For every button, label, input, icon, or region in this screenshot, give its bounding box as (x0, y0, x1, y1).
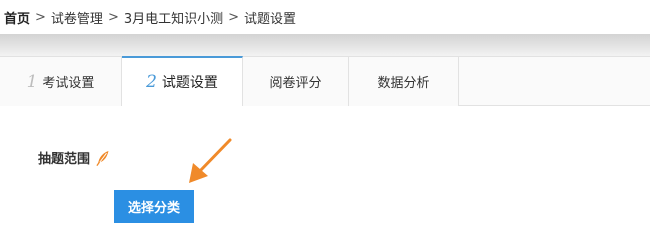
tab-label: 试题设置 (161, 75, 218, 91)
breadcrumb-separator: > (228, 9, 240, 25)
tab-data-analysis[interactable]: 数据分析 (349, 57, 459, 106)
header-shadow (0, 34, 650, 56)
tab-question-settings[interactable]: 2 试题设置 (122, 56, 243, 106)
breadcrumb: 首页 > 试卷管理 > 3月电工知识小测 > 试题设置 (0, 0, 650, 34)
tab-label: 阅卷评分 (269, 76, 322, 91)
step-tabs: 1 考试设置 2 试题设置 阅卷评分 数据分析 (0, 56, 650, 106)
breadcrumb-current: 试题设置 (244, 11, 297, 27)
breadcrumb-home[interactable]: 首页 (4, 8, 30, 27)
tab-exam-settings[interactable]: 1 考试设置 (0, 57, 122, 106)
breadcrumb-exam-name[interactable]: 3月电工知识小测 (124, 8, 223, 27)
select-category-button[interactable]: 选择分类 (114, 190, 194, 223)
page: 首页 > 试卷管理 > 3月电工知识小测 > 试题设置 1 考试设置 2 试题设… (0, 0, 650, 250)
feather-icon[interactable] (96, 150, 110, 166)
pointer-arrow-icon (189, 138, 232, 183)
breadcrumb-separator: > (35, 9, 46, 25)
question-scope-label: 抽题范围 (38, 148, 110, 167)
question-scope-text: 抽题范围 (38, 152, 91, 167)
tab-step-number: 2 (146, 72, 157, 92)
breadcrumb-exam-management[interactable]: 试卷管理 (51, 8, 103, 27)
tab-label: 数据分析 (377, 76, 430, 91)
breadcrumb-separator: > (107, 9, 119, 25)
tab-step-number: 1 (26, 71, 38, 92)
tab-label: 考试设置 (42, 76, 95, 91)
tab-grading[interactable]: 阅卷评分 (243, 57, 349, 106)
